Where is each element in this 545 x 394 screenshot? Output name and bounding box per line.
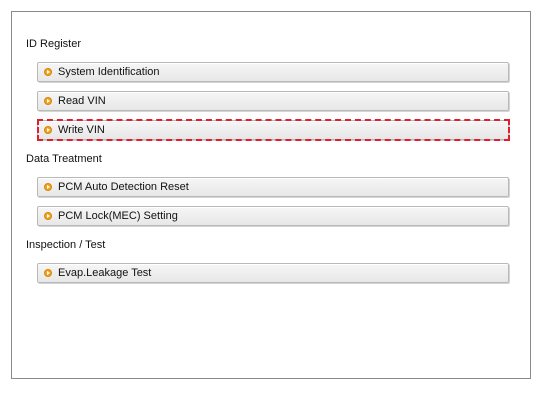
menu-item-label: Evap.Leakage Test bbox=[58, 267, 152, 279]
menu-item-label: PCM Lock(MEC) Setting bbox=[58, 210, 178, 222]
arrow-bullet-icon bbox=[44, 126, 52, 134]
menu-item-system-identification[interactable]: System Identification bbox=[37, 62, 509, 82]
arrow-bullet-icon bbox=[44, 212, 52, 220]
section-title-data-treatment: Data Treatment bbox=[26, 153, 102, 165]
menu-item-label: Read VIN bbox=[58, 95, 106, 107]
menu-item-label: Write VIN bbox=[58, 124, 105, 136]
menu-item-pcm-lock-setting[interactable]: PCM Lock(MEC) Setting bbox=[37, 206, 509, 226]
menu-item-pcm-auto-detection-reset[interactable]: PCM Auto Detection Reset bbox=[37, 177, 509, 197]
menu-item-read-vin[interactable]: Read VIN bbox=[37, 91, 509, 111]
arrow-bullet-icon bbox=[44, 68, 52, 76]
section-title-id-register: ID Register bbox=[26, 38, 82, 50]
menu-item-label: PCM Auto Detection Reset bbox=[58, 181, 189, 193]
arrow-bullet-icon bbox=[44, 269, 52, 277]
arrow-bullet-icon bbox=[44, 97, 52, 105]
arrow-bullet-icon bbox=[44, 183, 52, 191]
section-title-inspection-test: Inspection / Test bbox=[26, 239, 106, 251]
menu-item-write-vin[interactable]: Write VIN bbox=[37, 120, 509, 140]
menu-item-label: System Identification bbox=[58, 66, 160, 78]
menu-item-evap-leakage-test[interactable]: Evap.Leakage Test bbox=[37, 263, 509, 283]
